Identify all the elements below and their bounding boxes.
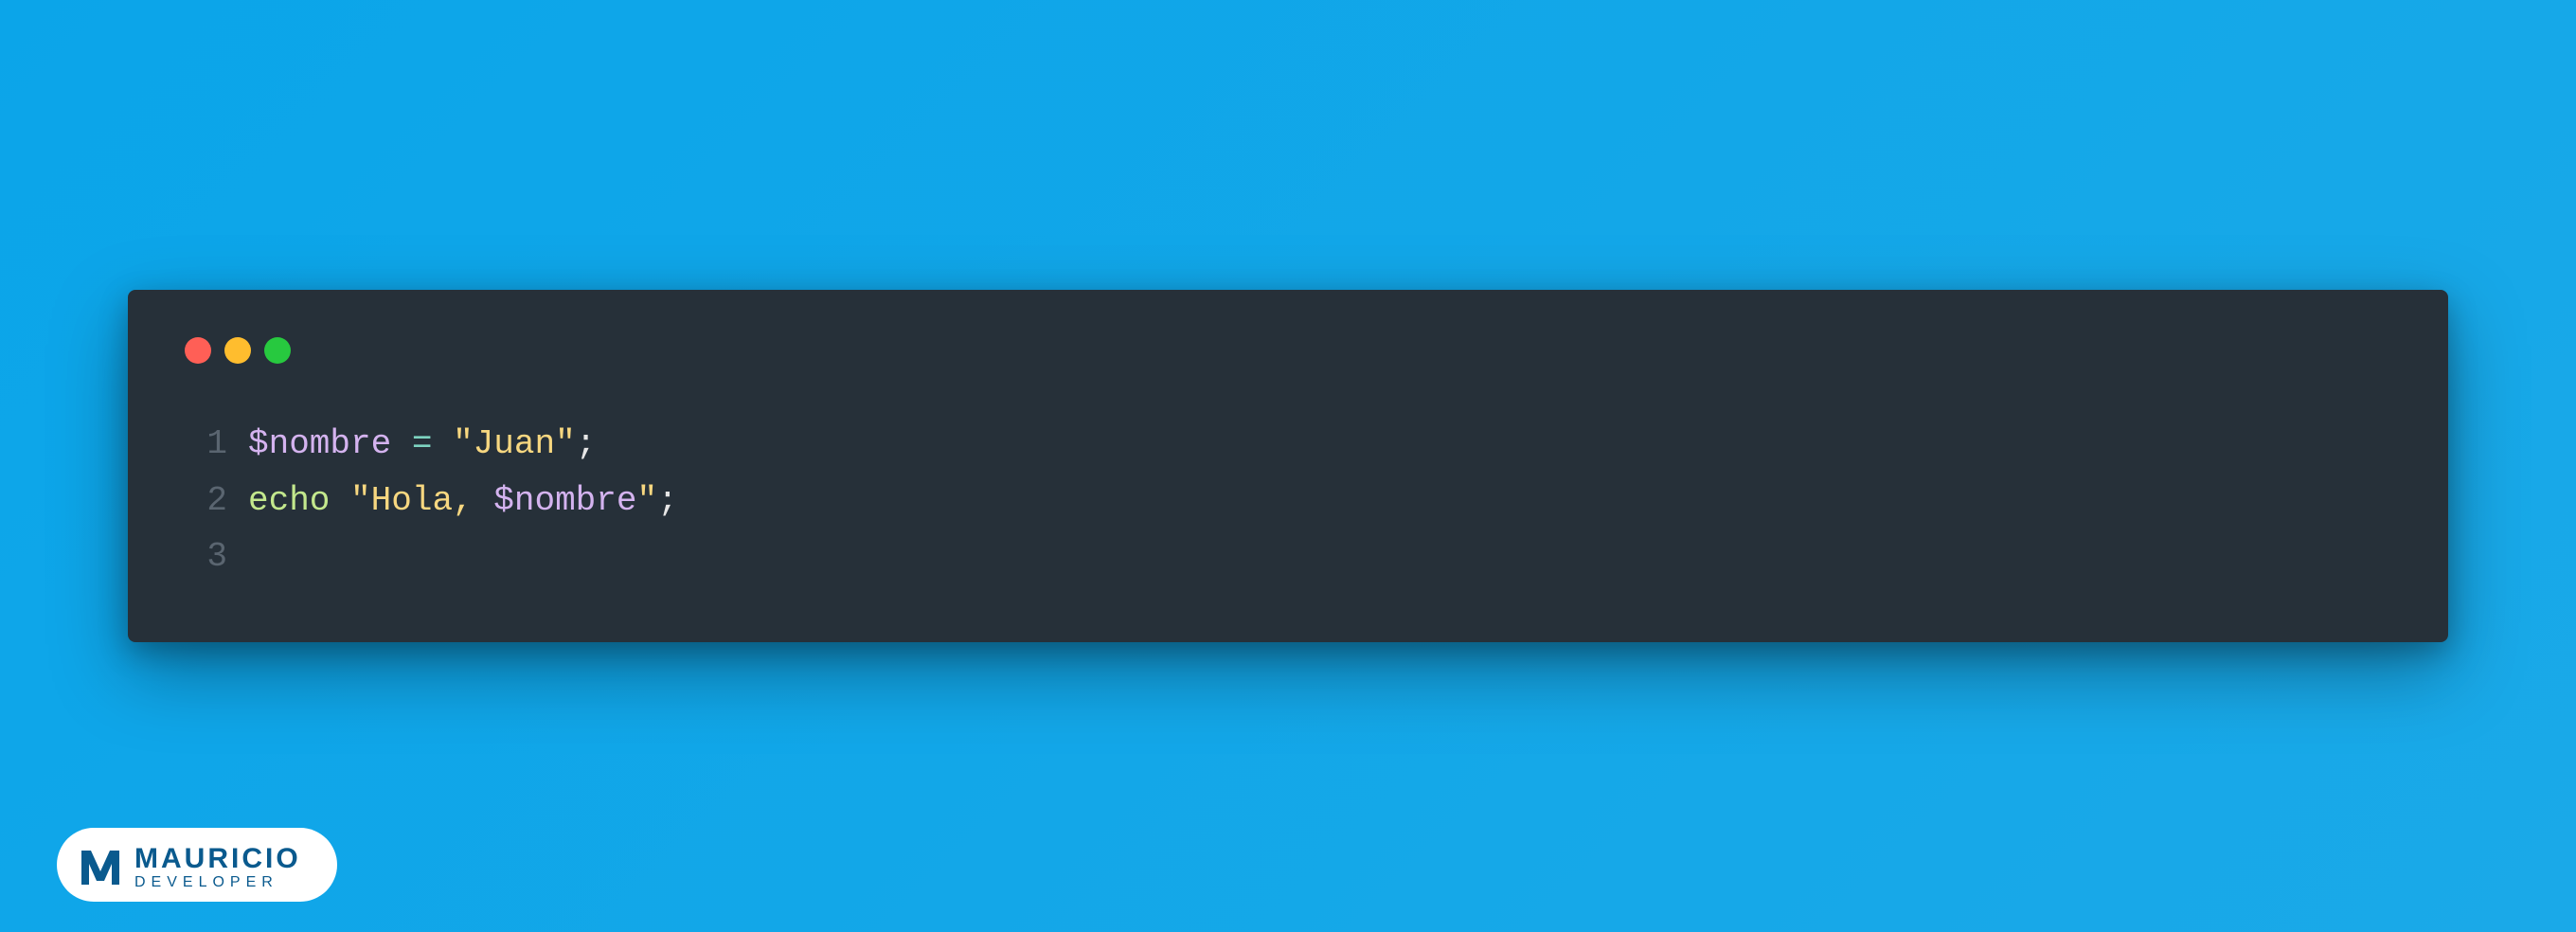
code-editor-window: 1$nombre = "Juan";2echo "Hola, $nombre";… xyxy=(128,290,2448,641)
line-number: 3 xyxy=(185,529,227,584)
maximize-icon[interactable] xyxy=(264,337,291,364)
logo-icon xyxy=(80,847,121,888)
logo-name: MAURICIO xyxy=(134,845,301,873)
code-token: = xyxy=(412,424,433,463)
code-area[interactable]: 1$nombre = "Juan";2echo "Hola, $nombre";… xyxy=(185,416,2391,584)
code-token: $nombre xyxy=(248,424,391,463)
line-number: 1 xyxy=(185,416,227,472)
window-controls xyxy=(185,337,2391,364)
line-content: echo "Hola, $nombre"; xyxy=(248,473,678,529)
minimize-icon[interactable] xyxy=(224,337,251,364)
logo-text: MAURICIO DEVELOPER xyxy=(134,845,301,890)
code-token: echo xyxy=(248,481,330,520)
code-token: ; xyxy=(657,481,678,520)
line-number: 2 xyxy=(185,473,227,529)
code-token: "Hola, xyxy=(350,481,493,520)
code-token: " xyxy=(637,481,658,520)
code-line: 3 xyxy=(185,529,2391,584)
code-token: $nombre xyxy=(493,481,636,520)
code-token xyxy=(432,424,453,463)
line-content: $nombre = "Juan"; xyxy=(248,416,596,472)
logo-subtitle: DEVELOPER xyxy=(134,875,301,890)
code-token: ; xyxy=(576,424,597,463)
code-token: "Juan" xyxy=(453,424,576,463)
close-icon[interactable] xyxy=(185,337,211,364)
code-line: 1 $nombre = "Juan"; xyxy=(185,416,2391,472)
logo-badge: MAURICIO DEVELOPER xyxy=(57,828,337,902)
code-token xyxy=(391,424,412,463)
code-token xyxy=(330,481,350,520)
code-line: 2 echo "Hola, $nombre"; xyxy=(185,473,2391,529)
